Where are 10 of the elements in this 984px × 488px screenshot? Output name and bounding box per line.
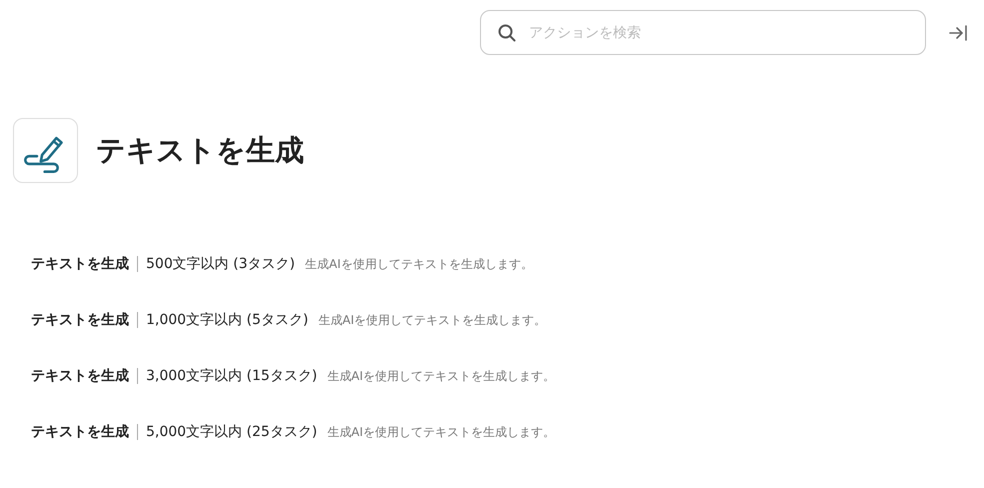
action-item[interactable]: テキストを生成 3,000文字以内 (15タスク) 生成AIを使用してテキストを生成します。 [31, 365, 556, 387]
pen-icon [13, 118, 78, 183]
action-item[interactable]: テキストを生成 500文字以内 (3タスク) 生成AIを使用してテキストを生成します。 [31, 253, 533, 275]
search-input[interactable]: アクションを検索 [529, 11, 909, 54]
collapse-panel-icon[interactable] [948, 22, 968, 42]
page-title: テキストを生成 [96, 132, 304, 168]
action-item[interactable]: テキストを生成 1,000文字以内 (5タスク) 生成AIを使用してテキストを生成します。 [31, 309, 546, 331]
search-icon [497, 22, 517, 42]
search-bar[interactable]: アクションを検索 [480, 10, 926, 55]
action-item[interactable]: テキストを生成 5,000文字以内 (25タスク) 生成AIを使用してテキストを生成します。 [31, 421, 556, 443]
